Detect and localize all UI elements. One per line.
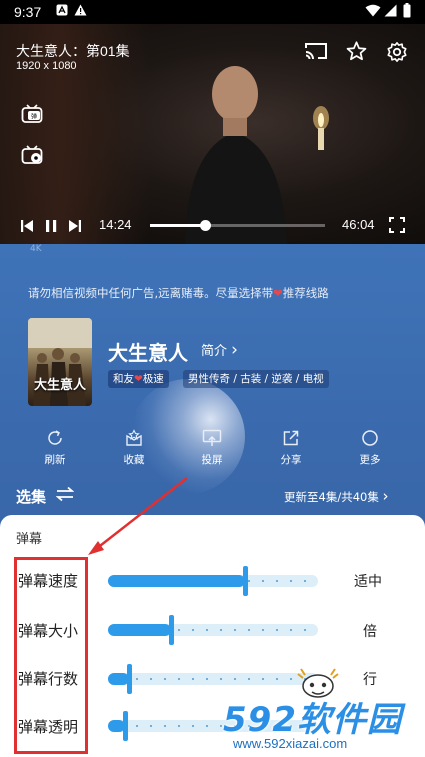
slider-fill <box>108 624 171 636</box>
watermark-brand: 592软件园 <box>223 700 402 740</box>
collect-button[interactable]: 收藏 <box>108 429 160 467</box>
more-icon <box>362 430 378 446</box>
slider-thumb[interactable] <box>122 711 128 741</box>
row-value: 行 <box>363 672 377 688</box>
seek-bar-progress <box>150 224 205 227</box>
chevron-right-icon: › <box>382 487 389 505</box>
slider-thumb[interactable] <box>127 664 132 694</box>
refresh-icon <box>48 430 62 445</box>
collect-icon <box>126 429 142 446</box>
cast-icon <box>202 429 222 446</box>
speed-slider[interactable] <box>108 566 318 596</box>
warning-icon <box>74 4 87 20</box>
lines-slider[interactable] <box>108 664 318 694</box>
video-player[interactable]: 大生意人：第01集 1920 x 1080 弹 14:24 46:04 <box>0 24 425 244</box>
notification-a-icon <box>56 4 68 20</box>
share-icon <box>283 430 299 446</box>
watermark-url: www.592xiazai.com <box>233 736 348 751</box>
poster-title: 大生意人 <box>34 378 87 393</box>
svg-text:弹: 弹 <box>31 113 37 121</box>
intro-link[interactable]: 简介 › <box>201 340 238 360</box>
episodes-heading: 选集 <box>16 488 47 506</box>
slider-thumb[interactable] <box>242 566 248 596</box>
video-title: 大生意人：第01集 <box>16 43 130 59</box>
sort-swap-icon[interactable] <box>55 486 75 506</box>
cast-screen-icon[interactable] <box>305 42 327 64</box>
seek-bar[interactable] <box>150 220 325 231</box>
show-poster[interactable]: 大生意人 <box>28 318 92 406</box>
share-button[interactable]: 分享 <box>265 429 317 467</box>
favorite-star-icon[interactable] <box>346 41 367 65</box>
safety-notice: 请勿相信视频中任何广告,远离赌毒。尽量选择带❤推荐线路 <box>28 286 329 300</box>
size-slider[interactable] <box>108 615 318 645</box>
settings-gear-icon[interactable] <box>386 41 408 67</box>
chevron-right-icon: › <box>231 340 238 360</box>
wifi-icon <box>365 4 381 21</box>
video-frame-candle <box>313 106 329 150</box>
row-value: 适中 <box>354 574 382 590</box>
previous-episode-icon[interactable] <box>20 218 34 237</box>
seek-bar-handle[interactable] <box>199 220 211 231</box>
source-heart-icon: ❤ <box>134 373 143 385</box>
episode-update-link[interactable]: 更新至4集/共40集 › <box>284 487 388 505</box>
show-title: 大生意人 <box>108 341 188 365</box>
notice-heart-icon: ❤ <box>273 286 283 300</box>
total-duration: 46:04 <box>342 217 375 232</box>
action-bar: 刷新 收藏 投屏 分享 更多 <box>0 429 425 469</box>
row-value: 倍 <box>363 624 377 640</box>
slider-fill <box>108 673 129 685</box>
battery-icon <box>403 3 411 22</box>
current-time: 14:24 <box>99 217 132 232</box>
video-frame-person <box>185 66 287 244</box>
annotation-highlight-box <box>14 557 88 754</box>
video-resolution: 1920 x 1080 <box>16 60 77 72</box>
status-bar: 9:37 <box>0 0 425 24</box>
slider-fill <box>108 575 245 587</box>
slider-thumb[interactable] <box>169 615 174 645</box>
refresh-button[interactable]: 刷新 <box>29 429 81 467</box>
source-tag[interactable]: 和友❤极速 <box>108 370 169 388</box>
quality-badge: 4K <box>30 244 42 254</box>
next-episode-icon[interactable] <box>68 218 82 237</box>
fullscreen-icon[interactable] <box>389 217 405 237</box>
status-time: 9:37 <box>14 4 42 20</box>
panel-title: 弹幕 <box>16 532 43 547</box>
cast-button[interactable]: 投屏 <box>186 429 238 467</box>
danmaku-settings-icon[interactable] <box>21 144 43 170</box>
signal-icon <box>384 4 397 21</box>
danmaku-toggle-icon[interactable]: 弹 <box>21 103 43 129</box>
more-button[interactable]: 更多 <box>344 429 396 467</box>
pause-icon[interactable] <box>44 218 58 237</box>
site-watermark: 592软件园 www.592xiazai.com <box>215 688 425 757</box>
genre-tag: 男性传奇 / 古装 / 逆袭 / 电视 <box>183 370 329 388</box>
